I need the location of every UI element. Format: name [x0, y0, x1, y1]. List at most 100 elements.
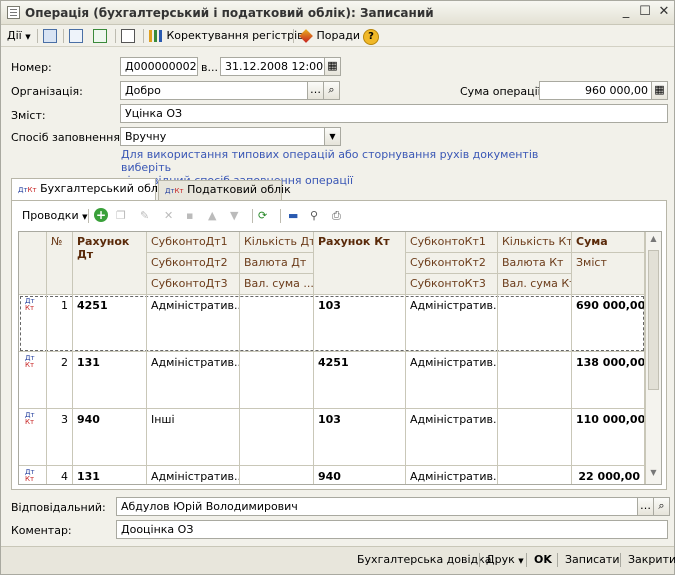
subkonto-kt-cell[interactable]: Адміністратив... [406, 466, 498, 484]
debit-account-cell[interactable]: 131 [73, 466, 147, 484]
actions-menu-button[interactable]: Дії ▼ [7, 27, 31, 45]
debit-account-cell[interactable]: 4251 [73, 295, 147, 352]
header-sum[interactable]: Сума [572, 232, 645, 253]
header-qty-dt[interactable]: Кількість Дт [240, 232, 314, 253]
refresh-button[interactable]: ⟳ [258, 207, 267, 225]
header-subkonto-kt1[interactable]: СубконтоКт1 [406, 232, 498, 253]
subkonto-kt-cell[interactable]: Адміністратив... [406, 352, 498, 409]
organization-search-button[interactable]: ⌕ [323, 81, 340, 100]
calendar-button[interactable]: ▦ [324, 57, 341, 76]
accounting-report-button[interactable]: Бухгалтерська довідка [357, 553, 492, 566]
sum-cell[interactable]: 138 000,00 [572, 352, 645, 409]
finish-edit-button[interactable]: ▪ [186, 207, 193, 225]
move-up-button[interactable]: ▲ [208, 207, 216, 225]
fill-method-select[interactable]: Вручну [120, 127, 326, 146]
number-field[interactable]: Д000000002 [120, 57, 198, 76]
tips-button[interactable]: Поради [299, 27, 360, 45]
sum-cell[interactable]: 110 000,00 [572, 409, 645, 466]
edit-row-button[interactable]: ✎ [140, 207, 149, 225]
header-currency-kt[interactable]: Валюта Кт [498, 253, 572, 274]
debit-account-cell[interactable]: 940 [73, 409, 147, 466]
minimize-button[interactable]: _ [618, 4, 634, 20]
qty-dt-cell[interactable] [240, 295, 314, 352]
save-tool-button[interactable] [43, 27, 57, 45]
maximize-button[interactable]: ☐ [637, 4, 653, 20]
view-button[interactable]: ▬ [288, 207, 298, 225]
calculator-button[interactable]: ▦ [651, 81, 668, 100]
fill-method-dropdown-button[interactable]: ▼ [324, 127, 341, 146]
subkonto-dt-cell[interactable]: Інші [147, 409, 240, 466]
debit-account-cell[interactable]: 131 [73, 352, 147, 409]
responsible-select-button[interactable]: … [637, 497, 654, 516]
qty-kt-cell[interactable] [498, 295, 572, 352]
credit-account-cell[interactable]: 940 [314, 466, 406, 484]
header-subkonto-dt3[interactable]: СубконтоДт3 [147, 274, 240, 295]
sum-cell[interactable]: 690 000,00 [572, 295, 645, 352]
delete-row-button[interactable]: ✕ [164, 207, 173, 225]
tab-accounting[interactable]: ДтКт Бухгалтерський облік [11, 178, 168, 201]
close-form-button[interactable]: Закрити [628, 553, 675, 566]
qty-dt-cell[interactable] [240, 352, 314, 409]
journal-tool-button[interactable] [121, 27, 135, 45]
tab-tax[interactable]: ДтКт Податковий облік [158, 180, 291, 200]
table-row[interactable]: Дт Кт 3 940 Інші 103 Адміністратив... 110… [19, 409, 645, 466]
header-subkonto-kt3[interactable]: СубконтоКт3 [406, 274, 498, 295]
refresh-tool-button[interactable] [93, 27, 107, 45]
header-credit-account[interactable]: Рахунок Кт [314, 232, 406, 295]
print-menu-button[interactable]: Друк ▼ [486, 553, 524, 566]
credit-account-cell[interactable]: 103 [314, 409, 406, 466]
table-row[interactable]: Дт Кт 2 131 Адміністратив... 4251 Адмініс… [19, 352, 645, 409]
qty-kt-cell[interactable] [498, 352, 572, 409]
header-subkonto-kt2[interactable]: СубконтоКт2 [406, 253, 498, 274]
qty-kt-cell[interactable] [498, 466, 572, 484]
move-down-button[interactable]: ▼ [230, 207, 238, 225]
operation-sum-field[interactable]: 960 000,00 [539, 81, 653, 100]
ok-button[interactable]: OK [534, 553, 552, 566]
entries-menu-button[interactable]: Проводки ▼ [22, 207, 88, 225]
header-subkonto-dt1[interactable]: СубконтоДт1 [147, 232, 240, 253]
qty-dt-cell[interactable] [240, 409, 314, 466]
save-button[interactable]: Записати [565, 553, 619, 566]
table-row[interactable]: Дт Кт 4 131 Адміністратив... 940 Адмініст… [19, 466, 645, 484]
credit-account-cell[interactable]: 103 [314, 295, 406, 352]
scroll-thumb[interactable] [648, 250, 659, 390]
header-subkonto-dt2[interactable]: СубконтоДт2 [147, 253, 240, 274]
print-grid-button[interactable]: ⎙ [332, 207, 341, 225]
header-debit-account[interactable]: Рахунок Дт [73, 232, 147, 295]
scroll-down-arrow-icon[interactable]: ▼ [646, 468, 661, 482]
header-num[interactable]: № [47, 232, 73, 295]
subkonto-dt-cell[interactable]: Адміністратив... [147, 466, 240, 484]
header-icon-col [19, 232, 47, 295]
content-field[interactable]: Уцінка ОЗ [120, 104, 668, 123]
organization-select-button[interactable]: … [307, 81, 324, 100]
toolbar-separator [293, 29, 294, 43]
subkonto-dt-cell[interactable]: Адміністратив... [147, 352, 240, 409]
sum-cell[interactable]: 22 000,00 [572, 466, 645, 484]
header-cur-sum-dt[interactable]: Вал. сума ... [240, 274, 314, 295]
subkonto-kt-cell[interactable]: Адміністратив... [406, 295, 498, 352]
filter-button[interactable]: ⚲ [310, 207, 318, 225]
post-tool-button[interactable] [69, 27, 83, 45]
help-button[interactable]: ? [363, 27, 379, 45]
header-qty-kt[interactable]: Кількість Кт [498, 232, 572, 253]
credit-account-cell[interactable]: 4251 [314, 352, 406, 409]
subkonto-dt-cell[interactable]: Адміністратив... [147, 295, 240, 352]
scroll-up-arrow-icon[interactable]: ▲ [646, 234, 661, 248]
qty-dt-cell[interactable] [240, 466, 314, 484]
organization-field[interactable]: Добро [120, 81, 308, 100]
copy-row-button[interactable]: ❐ [116, 207, 126, 225]
responsible-search-button[interactable]: ⌕ [653, 497, 670, 516]
date-field[interactable]: 31.12.2008 12:00:00 [220, 57, 326, 76]
table-row[interactable]: Дт Кт 1 4251 Адміністратив... 103 Адмініс… [19, 295, 645, 352]
adjust-registers-button[interactable]: Коректування регістрів [149, 27, 304, 45]
header-currency-dt[interactable]: Валюта Дт [240, 253, 314, 274]
subkonto-kt-cell[interactable]: Адміністратив... [406, 409, 498, 466]
add-row-button[interactable]: + [94, 207, 108, 225]
header-content[interactable]: Зміст [572, 253, 645, 295]
qty-kt-cell[interactable] [498, 409, 572, 466]
comment-field[interactable]: Дооцінка ОЗ [116, 520, 668, 539]
table-scrollbar[interactable]: ▲ ▼ [645, 232, 661, 484]
responsible-field[interactable]: Абдулов Юрій Володимирович [116, 497, 639, 516]
close-button[interactable]: ✕ [656, 4, 672, 20]
header-cur-sum-kt[interactable]: Вал. сума Кт [498, 274, 572, 295]
